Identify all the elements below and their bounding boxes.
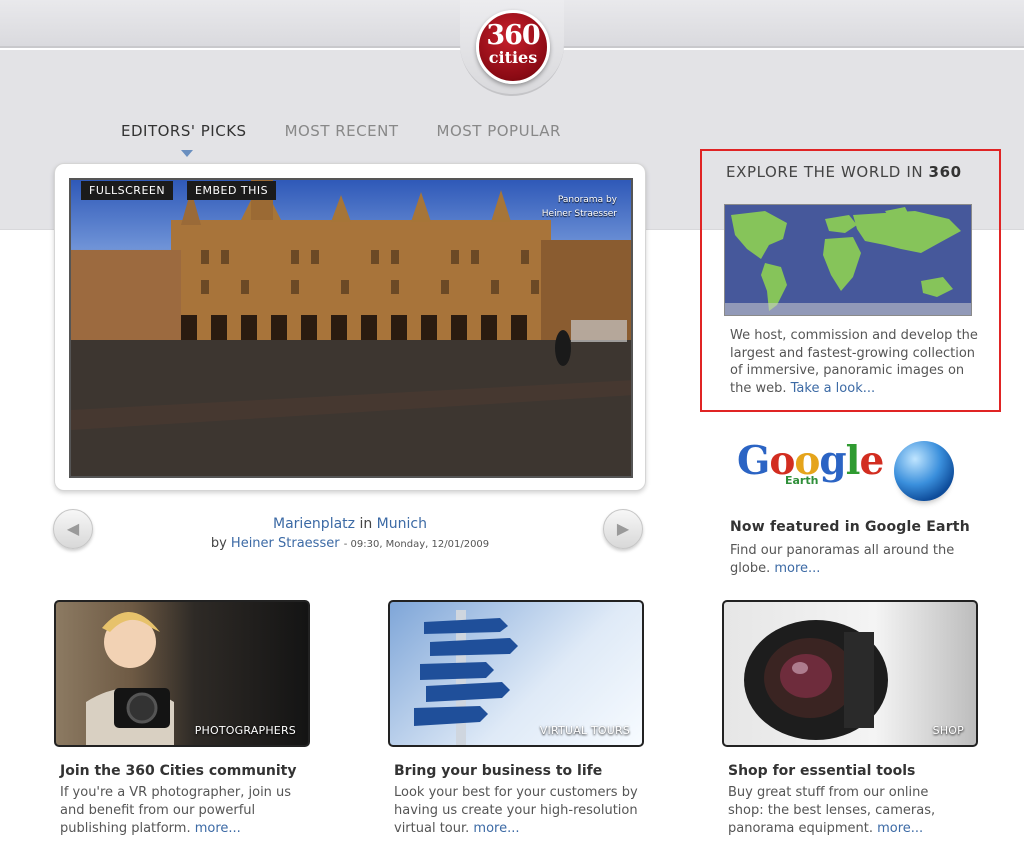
prev-panorama-button[interactable]: ◀ (53, 509, 93, 549)
tab-most-popular[interactable]: MOST POPULAR (437, 122, 561, 140)
world-map-illustration (725, 207, 971, 315)
panorama-tabs: EDITORS' PICKS MOST RECENT MOST POPULAR (121, 122, 599, 157)
card-text-community-body: If you're a VR photographer, join us and… (60, 785, 292, 836)
panorama-caption: Marienplatz in Munich by Heiner Straesse… (150, 516, 550, 551)
card-title-shop: Shop for essential tools (728, 763, 916, 779)
google-earth-globe-icon[interactable] (894, 441, 954, 501)
right-arrow-icon: ▶ (616, 519, 630, 538)
in-word: in (359, 516, 373, 532)
credit-line-2: Heiner Straesser (541, 209, 617, 219)
next-panorama-button[interactable]: ▶ (603, 509, 643, 549)
site-logo[interactable]: 360 cities (476, 10, 550, 84)
explore-title-prefix: EXPLORE THE WORLD IN (726, 163, 924, 181)
tab-editors-picks[interactable]: EDITORS' PICKS (121, 122, 247, 157)
explore-world-box: EXPLORE THE WORLD IN 360 We host, commis… (700, 149, 1001, 412)
card-title-community: Join the 360 Cities community (60, 763, 297, 779)
card-text-shop: Buy great stuff from our online shop: th… (728, 784, 968, 838)
world-map[interactable] (724, 204, 972, 316)
photographers-card-image[interactable]: PHOTOGRAPHERS (54, 600, 310, 747)
card-more-link-community[interactable]: more... (195, 821, 241, 836)
google-earth-more-link[interactable]: more... (774, 561, 820, 576)
author-link[interactable]: Heiner Straesser (231, 536, 340, 551)
card-text-community: If you're a VR photographer, join us and… (60, 784, 318, 838)
earth-label: Earth (785, 474, 819, 487)
card-more-link-business[interactable]: more... (473, 821, 519, 836)
city-link[interactable]: Munich (377, 516, 427, 532)
shop-card-image[interactable]: SHOP (722, 600, 978, 747)
panorama-illustration (71, 180, 631, 476)
panorama-datetime: - 09:30, Monday, 12/01/2009 (343, 539, 490, 550)
google-earth-title: Now featured in Google Earth (730, 519, 970, 535)
explore-link[interactable]: Take a look... (791, 381, 876, 396)
by-word: by (210, 536, 227, 551)
explore-description: We host, commission and develop the larg… (730, 327, 980, 397)
panorama-frame: FULLSCREEN EMBED THIS Panorama by Heiner… (54, 163, 646, 491)
panorama-image[interactable]: FULLSCREEN EMBED THIS Panorama by Heiner… (69, 178, 633, 478)
explore-title: EXPLORE THE WORLD IN 360 (726, 163, 962, 181)
left-arrow-icon: ◀ (66, 519, 80, 538)
tab-most-recent[interactable]: MOST RECENT (285, 122, 399, 140)
card-text-business: Look your best for your customers by hav… (394, 784, 646, 838)
photographers-label: PHOTOGRAPHERS (194, 724, 296, 737)
virtual-tours-card-image[interactable]: VIRTUAL TOURS (388, 600, 644, 747)
fullscreen-button[interactable]: FULLSCREEN (81, 181, 174, 200)
explore-title-bold: 360 (928, 163, 962, 181)
card-title-business: Bring your business to life (394, 763, 603, 779)
embed-button[interactable]: EMBED THIS (187, 181, 277, 200)
shop-label: SHOP (932, 724, 964, 737)
virtual-tours-label: VIRTUAL TOURS (539, 724, 630, 737)
card-more-link-shop[interactable]: more... (877, 821, 923, 836)
panorama-credit: Panorama by Heiner Straesser (542, 193, 617, 221)
google-earth-text: Find our panoramas all around the globe. (730, 543, 955, 576)
logo-number: 360 (486, 20, 540, 51)
google-earth-description: Find our panoramas all around the globe.… (730, 542, 970, 577)
place-link[interactable]: Marienplatz (273, 516, 355, 532)
credit-line-1: Panorama by (557, 195, 617, 205)
logo-word: cities (488, 48, 538, 67)
